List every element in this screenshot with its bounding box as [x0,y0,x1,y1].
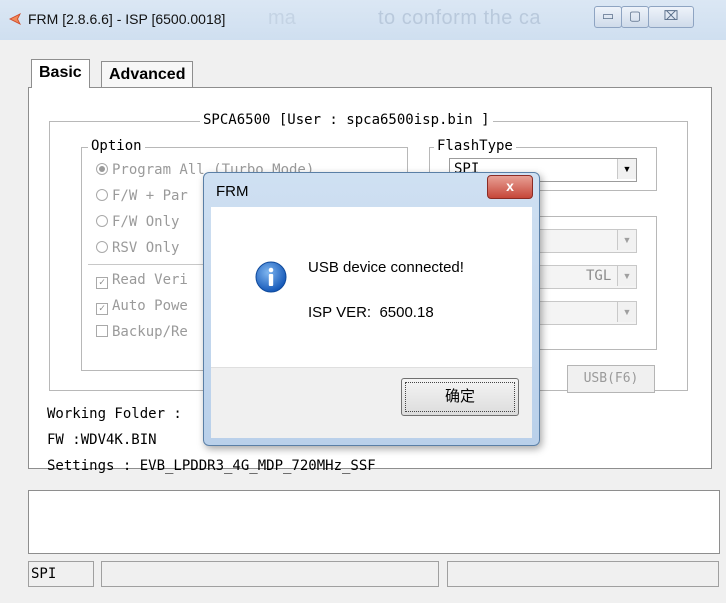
checkbox[interactable]: ✓ [96,277,108,289]
option-group-label: Option [88,138,145,154]
chevron-down-icon[interactable]: ▼ [617,159,636,179]
maximize-button[interactable]: ▢ [621,6,649,28]
usb-button[interactable]: USB(F6) [567,365,655,393]
chevron-down-icon[interactable]: ▼ [617,302,636,322]
chevron-down-icon[interactable]: ▼ [617,230,636,250]
radio-fw-only[interactable]: F/W Only [96,214,179,230]
isp-version: ISP VER: 6500.18 [308,304,434,321]
title-bar: FRM [2.8.6.6] - ISP [6500.0018] ma to co… [0,0,726,40]
window-title: FRM [2.8.6.6] - ISP [6500.0018] [28,11,226,27]
radio-button[interactable] [96,241,108,253]
status-panel-3 [447,561,719,587]
device-group-label: SPCA6500 [User : spca6500isp.bin ] [200,112,493,128]
focus-rectangle [405,382,515,412]
flashtype-group-label: FlashType [434,138,516,154]
checkbox-read-verify[interactable]: ✓ Read Veri [96,272,188,289]
fw-label: FW :WDV4K.BIN [47,432,157,448]
checkbox-auto-power[interactable]: ✓ Auto Powe [96,298,188,315]
chevron-down-icon[interactable]: ▼ [617,266,636,286]
settings-label: Settings : EVB_LPDDR3_4G_MDP_720MHz_SSF [47,458,376,474]
dialog-title: FRM [216,183,249,200]
maximize-icon: ▢ [628,8,642,23]
tab-basic[interactable]: Basic [31,59,90,88]
close-icon: x [506,178,514,194]
radio-button[interactable] [96,215,108,227]
dialog-close-button[interactable]: x [487,175,533,199]
status-panel-flash: SPI [28,561,94,587]
checkbox-backup[interactable]: Backup/Re [96,324,188,340]
app-logo-icon [9,13,21,25]
log-output-area[interactable] [28,490,720,554]
dialog-message: USB device connected! [308,259,464,276]
checkbox[interactable] [96,325,108,337]
close-button[interactable]: ⌧ [648,6,694,28]
info-icon [255,261,287,293]
minimize-icon: ▭ [601,8,615,23]
close-icon: ⌧ [663,8,679,23]
dialog-body: USB device connected! ISP VER: 6500.18 [211,207,532,367]
message-dialog: FRM x USB device connected! ISP VER: 650… [203,172,540,446]
tab-advanced[interactable]: Advanced [101,61,194,88]
radio-button[interactable] [96,189,108,201]
radio-fw-par[interactable]: F/W + Par [96,188,188,204]
status-panel-2 [101,561,439,587]
background-ghost-text: ma [268,7,296,29]
background-ghost-text: to conform the ca [378,7,542,29]
ok-button[interactable]: 确定 [401,378,519,416]
minimize-button[interactable]: ▭ [594,6,622,28]
checkbox[interactable]: ✓ [96,303,108,315]
working-folder-label: Working Folder : [47,406,182,422]
radio-button[interactable] [96,163,108,175]
radio-rsv-only[interactable]: RSV Only [96,240,179,256]
